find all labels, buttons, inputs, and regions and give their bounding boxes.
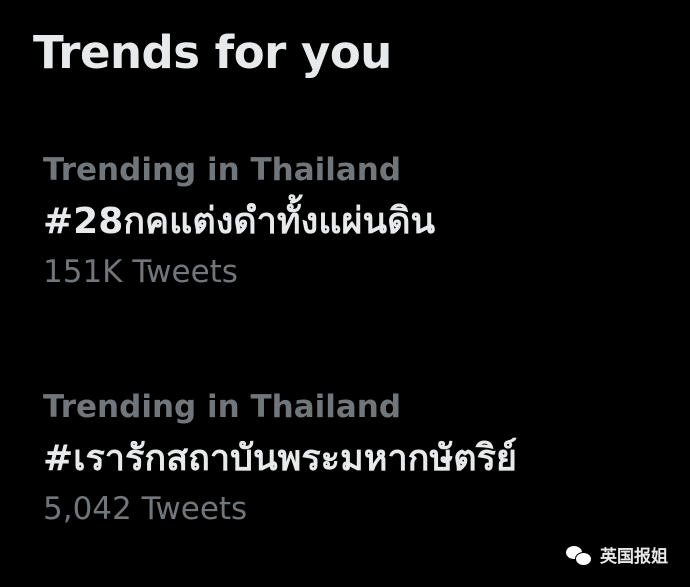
trend-tweet-count: 151K Tweets [43, 254, 238, 290]
trend-context: Trending in Thailand [43, 389, 402, 425]
watermark-label: 英国报姐 [600, 547, 668, 567]
trend-hashtag[interactable]: #28กคแต่งดำทั้งแผ่นดิน [43, 194, 663, 250]
wechat-icon [566, 544, 592, 566]
watermark: 英国报姐 [566, 542, 668, 567]
trend-item[interactable]: Trending in Thailand #เรารักสถาบันพระมหา… [43, 387, 663, 531]
trends-panel: Trends for you Trending in Thailand #28ก… [0, 0, 690, 587]
trend-tweet-count: 5,042 Tweets [43, 491, 248, 527]
trend-hashtag[interactable]: #เรารักสถาบันพระมหากษัตริย์ [43, 431, 663, 487]
trend-item[interactable]: Trending in Thailand #28กคแต่งดำทั้งแผ่น… [43, 150, 663, 294]
trend-context: Trending in Thailand [43, 152, 402, 188]
section-title: Trends for you [33, 26, 392, 79]
